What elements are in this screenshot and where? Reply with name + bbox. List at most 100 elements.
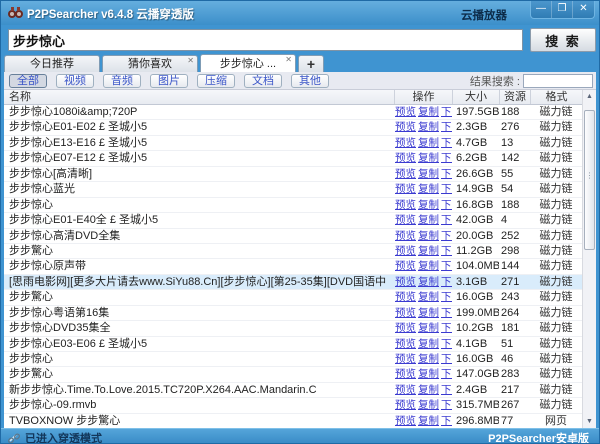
tab-close-icon[interactable]: ✕ (285, 55, 292, 65)
copy-link[interactable]: 复制 (418, 353, 439, 365)
copy-link[interactable]: 复制 (418, 183, 439, 195)
tab-close-icon[interactable]: ✕ (187, 56, 194, 66)
preview-link[interactable]: 预览 (395, 338, 416, 350)
copy-link[interactable]: 复制 (418, 230, 439, 242)
download-link[interactable]: 下载 (441, 368, 452, 380)
copy-link[interactable]: 复制 (418, 307, 439, 319)
table-row[interactable]: 步步惊心E03-E06 £ 圣城小5预览复制下载4.1GB51磁力链 (4, 337, 582, 352)
download-link[interactable]: 下载 (441, 260, 452, 272)
preview-link[interactable]: 预览 (395, 368, 416, 380)
preview-link[interactable]: 预览 (395, 152, 416, 164)
table-row[interactable]: 步步惊心DVD35集全预览复制下载10.2GB181磁力链 (4, 321, 582, 336)
preview-link[interactable]: 预览 (395, 183, 416, 195)
cloud-player-label[interactable]: 云播放器 (461, 7, 507, 23)
search-input[interactable] (8, 29, 523, 51)
copy-link[interactable]: 复制 (418, 168, 439, 180)
table-row[interactable]: 步步惊心高清DVD全集预览复制下载20.0GB252磁力链 (4, 229, 582, 244)
column-header-3[interactable]: 资源 (499, 90, 530, 104)
preview-link[interactable]: 预览 (395, 415, 416, 427)
maximize-button[interactable]: ❐ (552, 1, 573, 18)
table-row[interactable]: 步步惊心预览复制下载16.8GB188磁力链 (4, 198, 582, 213)
table-row[interactable]: 步步驚心预览复制下载11.2GB298磁力链 (4, 244, 582, 259)
download-link[interactable]: 下载 (441, 230, 452, 242)
copy-link[interactable]: 复制 (418, 137, 439, 149)
preview-link[interactable]: 预览 (395, 260, 416, 272)
download-link[interactable]: 下载 (441, 183, 452, 195)
filter-button-2[interactable]: 音频 (103, 74, 141, 88)
table-row[interactable]: TVBOXNOW 步步驚心预览复制下载296.8MB77网页 (4, 414, 582, 428)
download-link[interactable]: 下载 (441, 322, 452, 334)
tab-1[interactable]: 猜你喜欢✕ (102, 55, 198, 72)
copy-link[interactable]: 复制 (418, 121, 439, 133)
copy-link[interactable]: 复制 (418, 399, 439, 411)
copy-link[interactable]: 复制 (418, 245, 439, 257)
copy-link[interactable]: 复制 (418, 106, 439, 118)
table-row[interactable]: 新步步惊心.Time.To.Love.2015.TC720P.X264.AAC.… (4, 383, 582, 398)
scroll-down-icon[interactable]: ▼ (583, 415, 596, 428)
minimize-button[interactable]: — (531, 1, 552, 18)
column-header-2[interactable]: 大小 (452, 90, 499, 104)
download-link[interactable]: 下载 (441, 245, 452, 257)
table-row[interactable]: 步步惊心预览复制下载16.0GB46磁力链 (4, 352, 582, 367)
preview-link[interactable]: 预览 (395, 121, 416, 133)
close-button[interactable]: ✕ (573, 1, 594, 18)
copy-link[interactable]: 复制 (418, 214, 439, 226)
copy-link[interactable]: 复制 (418, 276, 439, 288)
filter-button-5[interactable]: 文档 (244, 74, 282, 88)
table-row[interactable]: 步步惊心1080i&amp;720P预览复制下载197.5GB188磁力链 (4, 105, 582, 120)
preview-link[interactable]: 预览 (395, 399, 416, 411)
preview-link[interactable]: 预览 (395, 230, 416, 242)
column-header-1[interactable]: 操作 (394, 90, 452, 104)
download-link[interactable]: 下载 (441, 168, 452, 180)
copy-link[interactable]: 复制 (418, 199, 439, 211)
filter-button-3[interactable]: 图片 (150, 74, 188, 88)
table-row[interactable]: 步步驚心预览复制下载147.0GB283磁力链 (4, 367, 582, 382)
filter-button-6[interactable]: 其他 (291, 74, 329, 88)
copy-link[interactable]: 复制 (418, 291, 439, 303)
preview-link[interactable]: 预览 (395, 276, 416, 288)
scroll-thumb[interactable]: ⋮ (584, 110, 595, 250)
table-row[interactable]: 步步惊心原声带预览复制下载104.0MB144磁力链 (4, 259, 582, 274)
download-link[interactable]: 下载 (441, 291, 452, 303)
download-link[interactable]: 下载 (441, 137, 452, 149)
copy-link[interactable]: 复制 (418, 384, 439, 396)
table-row[interactable]: [思雨电影网][更多大片请去www.SiYu88.Cn][步步惊心][第25-3… (4, 275, 582, 290)
table-row[interactable]: 步步惊心E13-E16 £ 圣城小5预览复制下载4.7GB13磁力链 (4, 136, 582, 151)
tab-0[interactable]: 今日推荐 (4, 55, 100, 72)
column-header-4[interactable]: 格式 (530, 90, 582, 104)
preview-link[interactable]: 预览 (395, 307, 416, 319)
result-search-input[interactable] (523, 74, 593, 88)
search-button[interactable]: 搜 索 (530, 28, 596, 52)
scroll-up-icon[interactable]: ▲ (583, 90, 596, 103)
download-link[interactable]: 下载 (441, 121, 452, 133)
download-link[interactable]: 下载 (441, 276, 452, 288)
download-link[interactable]: 下载 (441, 199, 452, 211)
copy-link[interactable]: 复制 (418, 260, 439, 272)
filter-button-4[interactable]: 压缩 (197, 74, 235, 88)
preview-link[interactable]: 预览 (395, 353, 416, 365)
copy-link[interactable]: 复制 (418, 338, 439, 350)
preview-link[interactable]: 预览 (395, 199, 416, 211)
download-link[interactable]: 下载 (441, 415, 452, 427)
table-row[interactable]: 步步惊心E01-E02 £ 圣城小5预览复制下载2.3GB276磁力链 (4, 120, 582, 135)
download-link[interactable]: 下载 (441, 307, 452, 319)
filter-button-1[interactable]: 视频 (56, 74, 94, 88)
preview-link[interactable]: 预览 (395, 322, 416, 334)
copy-link[interactable]: 复制 (418, 322, 439, 334)
download-link[interactable]: 下载 (441, 399, 452, 411)
table-row[interactable]: 步步惊心E07-E12 £ 圣城小5预览复制下载6.2GB142磁力链 (4, 151, 582, 166)
table-row[interactable]: 步步惊心[高清晰]预览复制下载26.6GB55磁力链 (4, 167, 582, 182)
table-row[interactable]: 步步惊心E01-E40全 £ 圣城小5预览复制下载42.0GB4磁力链 (4, 213, 582, 228)
table-row[interactable]: 步步惊心粤语第16集预览复制下载199.0MB264磁力链 (4, 306, 582, 321)
filter-button-0[interactable]: 全部 (9, 74, 47, 88)
download-link[interactable]: 下载 (441, 106, 452, 118)
table-row[interactable]: 步步惊心-09.rmvb预览复制下载315.7MB267磁力链 (4, 398, 582, 413)
download-link[interactable]: 下载 (441, 353, 452, 365)
download-link[interactable]: 下载 (441, 214, 452, 226)
download-link[interactable]: 下载 (441, 338, 452, 350)
download-link[interactable]: 下载 (441, 384, 452, 396)
copy-link[interactable]: 复制 (418, 368, 439, 380)
table-row[interactable]: 步步惊心蓝光预览复制下载14.9GB54磁力链 (4, 182, 582, 197)
android-version-link[interactable]: P2PSearcher安卓版 (488, 430, 589, 444)
preview-link[interactable]: 预览 (395, 214, 416, 226)
